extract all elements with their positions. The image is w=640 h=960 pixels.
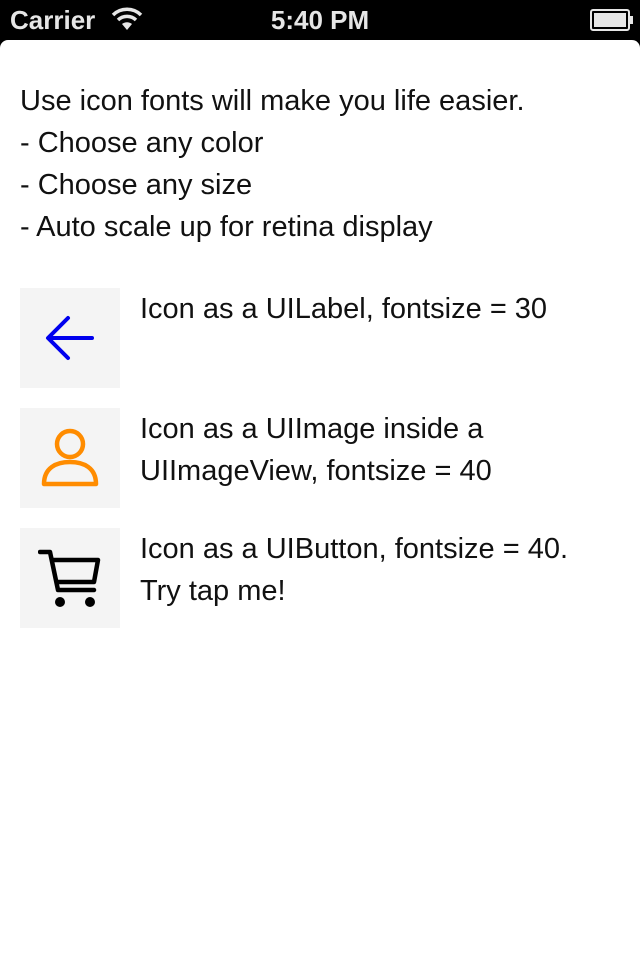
description-line: Icon as a UIButton, fontsize = 40. bbox=[140, 533, 569, 565]
label-icon-row: Icon as a UILabel, fontsize = 30 bbox=[20, 288, 620, 388]
description-line: Try tap me! bbox=[140, 575, 286, 607]
user-icon bbox=[20, 408, 120, 508]
intro-line: - Choose any size bbox=[20, 169, 253, 201]
description-line: UIImageView, fontsize = 40 bbox=[140, 455, 492, 487]
arrow-left-icon bbox=[20, 288, 120, 388]
button-icon-description: Icon as a UIButton, fontsize = 40. Try t… bbox=[140, 528, 620, 612]
battery-icon bbox=[590, 9, 634, 31]
description-line: Icon as a UIImage inside a bbox=[140, 413, 484, 445]
imageview-icon-description: Icon as a UIImage inside a UIImageView, … bbox=[140, 408, 620, 492]
main-content: Use icon fonts will make you life easier… bbox=[0, 40, 640, 960]
button-icon-row: Icon as a UIButton, fontsize = 40. Try t… bbox=[20, 528, 620, 628]
label-icon-description: Icon as a UILabel, fontsize = 30 bbox=[140, 288, 620, 330]
status-bar: Carrier 5:40 PM bbox=[0, 0, 640, 40]
shopping-cart-icon[interactable] bbox=[20, 528, 120, 628]
intro-line: - Auto scale up for retina display bbox=[20, 211, 433, 243]
clock-time: 5:40 PM bbox=[270, 5, 370, 35]
intro-line: - Choose any color bbox=[20, 127, 264, 159]
imageview-icon-row: Icon as a UIImage inside a UIImageView, … bbox=[20, 408, 620, 508]
intro-text: Use icon fonts will make you life easier… bbox=[20, 80, 620, 248]
intro-line: Use icon fonts will make you life easier… bbox=[20, 85, 525, 117]
description-line: Icon as a UILabel, fontsize = 30 bbox=[140, 293, 548, 325]
